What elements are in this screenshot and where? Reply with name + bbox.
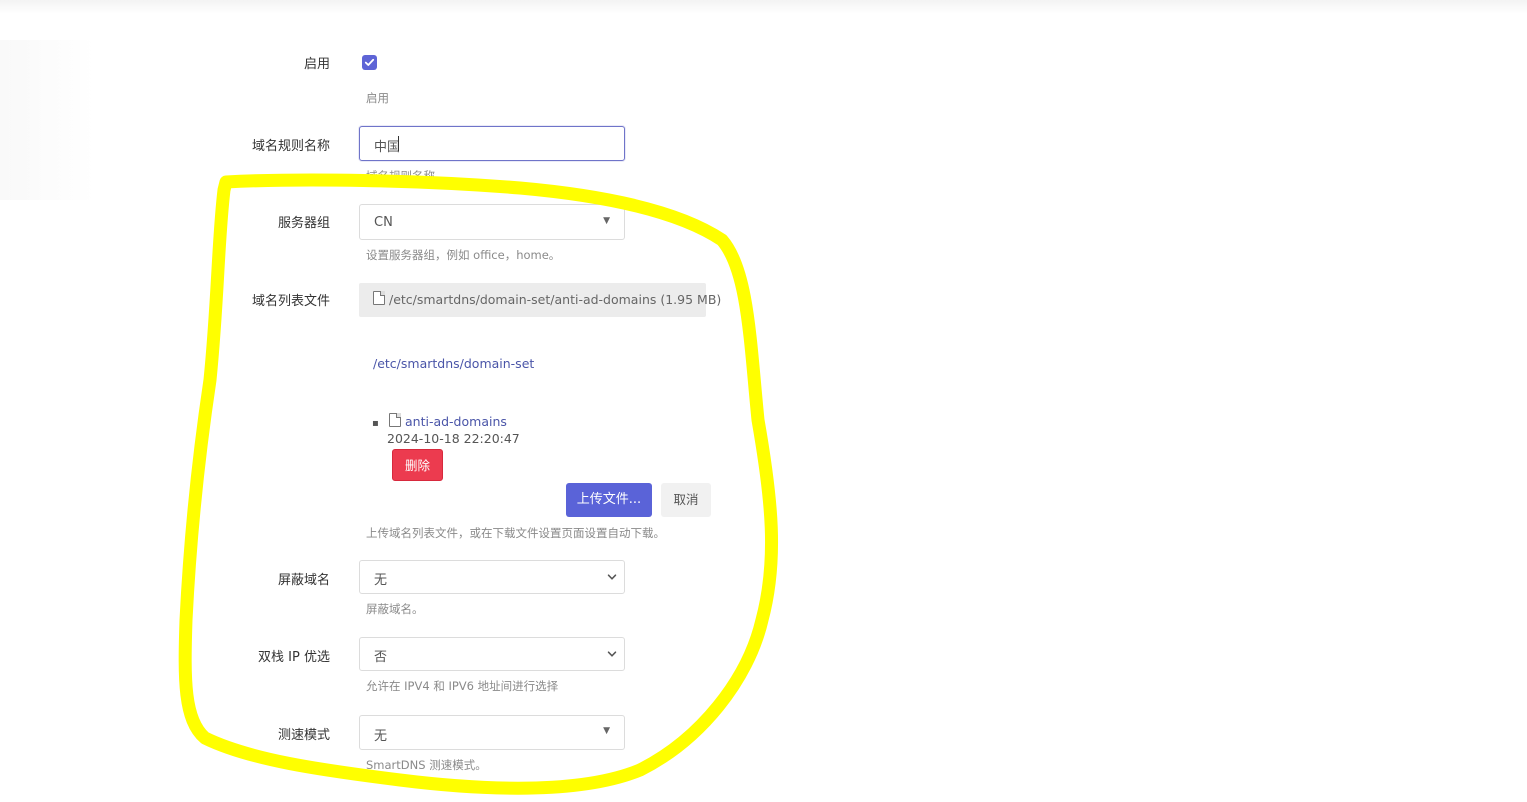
dualstack-select[interactable]: 否 [359,637,625,671]
speed-mode-value: 无 [374,729,388,744]
block-domain-label: 屏蔽域名 [277,573,330,588]
chevron-down-icon [607,574,617,580]
server-group-value: CN [374,215,393,230]
file-link[interactable]: anti-ad-domains [405,414,507,429]
rule-name-value: 中国 [374,140,401,155]
enable-label: 启用 [303,57,330,72]
server-group-select[interactable]: CN ▼ [359,204,625,240]
highlight-annotation [178,173,779,795]
server-group-hint: 设置服务器组，例如 office，home。 [366,248,561,262]
caret-down-icon: ▼ [603,726,610,736]
current-file-box[interactable]: /etc/smartdns/domain-set/anti-ad-domains… [359,283,721,317]
block-domain-value: 无 [374,573,388,588]
upload-button[interactable]: 上传文件... [566,483,652,517]
enable-checkbox[interactable] [362,55,377,70]
rule-name-hint: 域名规则名称 [366,169,435,183]
dualstack-label: 双栈 IP 优选 [258,650,330,665]
file-icon [373,291,385,305]
text-cursor [398,136,399,151]
current-file: /etc/smartdns/domain-set/anti-ad-domains… [373,291,721,307]
file-list-item: anti-ad-domains [389,413,507,429]
block-domain-hint: 屏蔽域名。 [366,602,424,616]
current-file-text: /etc/smartdns/domain-set/anti-ad-domains… [388,292,722,307]
list-bullet: ▪ [372,418,379,429]
speed-mode-label: 测速模式 [277,728,330,743]
directory-link[interactable]: /etc/smartdns/domain-set [373,356,534,371]
domain-list-label: 域名列表文件 [251,294,330,309]
dualstack-value: 否 [374,650,388,665]
server-group-label: 服务器组 [277,216,330,231]
cancel-button[interactable]: 取消 [661,483,711,517]
top-bar [0,0,1527,14]
speed-mode-hint: SmartDNS 测速模式。 [366,758,487,772]
caret-down-icon: ▼ [603,216,610,226]
enable-hint: 启用 [366,91,389,105]
block-domain-select[interactable]: 无 [359,560,625,594]
file-icon [389,413,401,427]
speed-mode-select[interactable]: 无 ▼ [359,715,625,750]
file-date: 2024-10-18 22:20:47 [387,431,520,446]
check-icon [364,58,375,66]
domain-list-hint: 上传域名列表文件，或在下载文件设置页面设置自动下载。 [366,526,665,540]
delete-button[interactable]: 删除 [392,449,443,481]
rule-name-input[interactable]: 中国 [359,126,625,161]
rule-name-label: 域名规则名称 [251,139,330,154]
dualstack-hint: 允许在 IPV4 和 IPV6 地址间进行选择 [366,679,559,693]
chevron-down-icon [607,651,617,657]
